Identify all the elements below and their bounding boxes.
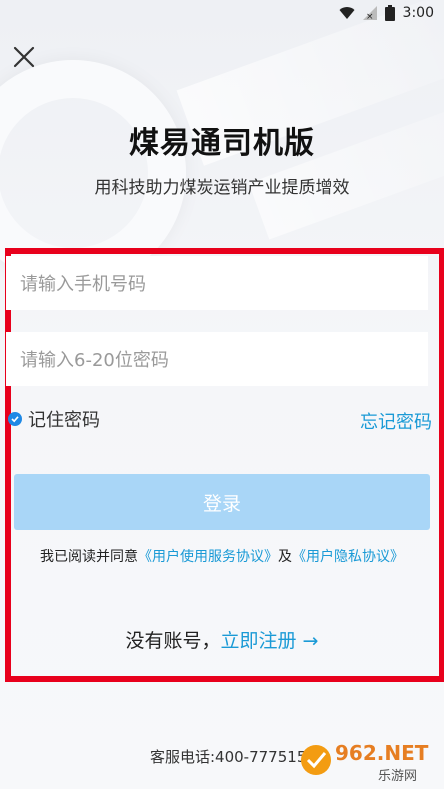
signal-icon: × [362, 6, 377, 20]
login-form-highlight [5, 248, 444, 682]
status-bar: × 3:00 [0, 0, 444, 26]
svg-text:乐游网: 乐游网 [378, 769, 417, 784]
site-watermark-logo: 962.NET 乐游网 [298, 736, 438, 784]
svg-text:×: × [366, 12, 374, 20]
password-placeholder: 请输入6-20位密码 [20, 350, 169, 371]
login-button[interactable]: 登录 [14, 474, 430, 530]
remember-password-checkbox[interactable]: 记住密码 [8, 406, 100, 432]
remember-label: 记住密码 [28, 410, 100, 431]
close-icon [13, 46, 35, 68]
user-agreement-link[interactable]: 《用户使用服务协议》 [138, 549, 278, 565]
phone-placeholder: 请输入手机号码 [20, 274, 146, 295]
agreement-text: 我已阅读并同意《用户使用服务协议》及《用户隐私协议》 [0, 546, 444, 566]
checkmark-icon [8, 412, 22, 426]
service-phone: 客服电话:400-7775151 [150, 748, 316, 766]
svg-text:962.NET: 962.NET [335, 741, 429, 765]
app-title: 煤易通司机版 [129, 126, 315, 161]
app-subtitle: 用科技助力煤炭运销产业提质增效 [94, 178, 350, 198]
close-button[interactable] [10, 43, 38, 71]
no-account-text: 没有账号， [125, 630, 221, 652]
agreement-prefix: 我已阅读并同意 [40, 549, 138, 565]
register-link[interactable]: 立即注册 → [221, 630, 319, 652]
password-input[interactable]: 请输入6-20位密码 [6, 332, 428, 386]
phone-input[interactable]: 请输入手机号码 [6, 256, 428, 310]
wifi-icon [339, 7, 355, 20]
login-label: 登录 [202, 492, 241, 515]
forgot-password-link[interactable]: 忘记密码 [360, 408, 432, 434]
register-row: 没有账号，立即注册 → [0, 626, 444, 653]
status-time: 3:00 [402, 5, 434, 21]
privacy-agreement-link[interactable]: 《用户隐私协议》 [292, 549, 404, 565]
battery-icon [384, 5, 395, 21]
agreement-and: 及 [278, 549, 292, 565]
